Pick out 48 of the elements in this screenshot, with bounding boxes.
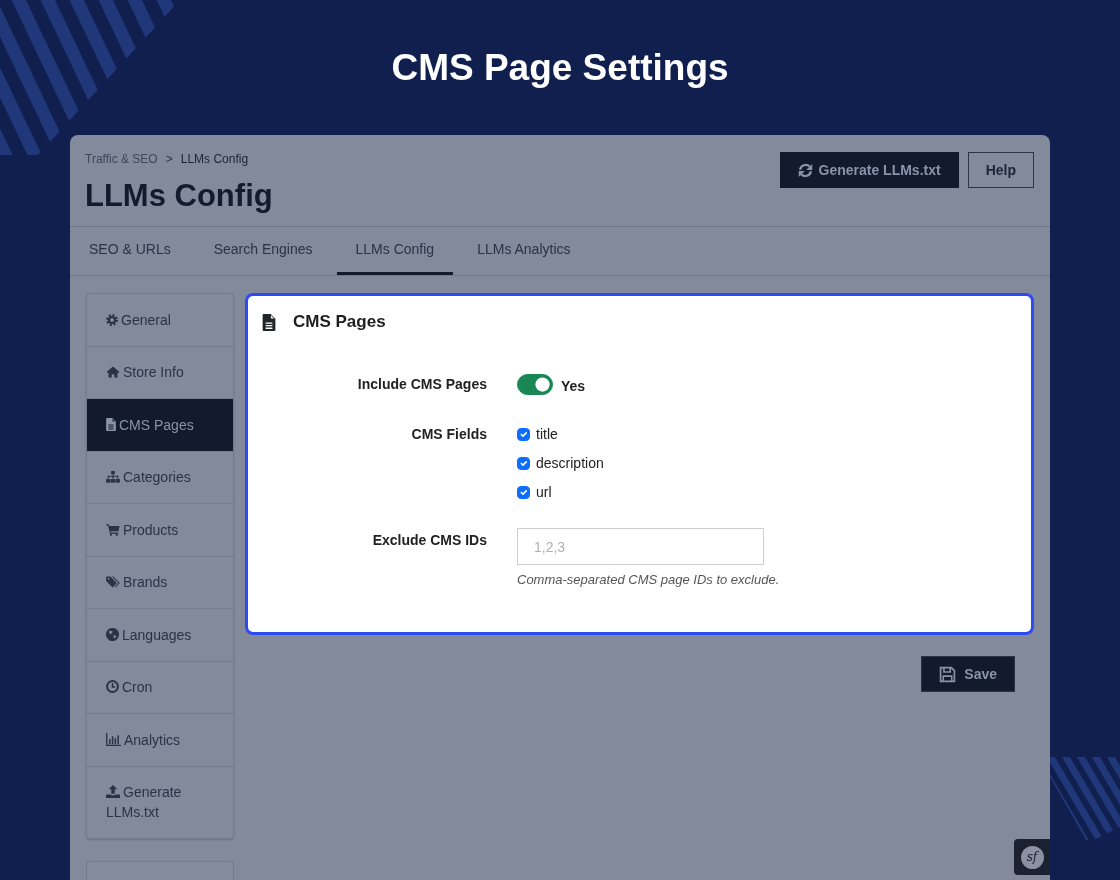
sidebar-item[interactable]: Languages — [87, 609, 233, 662]
tab[interactable]: Search Engines — [194, 227, 332, 275]
clock-icon — [106, 680, 119, 694]
file-icon — [262, 313, 276, 331]
checkbox[interactable] — [517, 485, 530, 499]
sidebar-item[interactable]: Generate LLMs.txt — [87, 766, 233, 838]
card-title: CMS Pages — [293, 312, 386, 332]
cart-icon — [106, 523, 120, 536]
sidebar-item[interactable]: General — [87, 294, 233, 347]
tab[interactable]: LLMs Config — [336, 227, 454, 275]
sidebar-item[interactable]: Analytics — [87, 714, 233, 767]
page-title: LLMs Config — [85, 178, 273, 214]
file-icon — [106, 417, 116, 431]
tab[interactable]: LLMs Analytics — [458, 227, 590, 275]
page-heading: CMS Page Settings — [391, 46, 729, 90]
sidebar-item[interactable]: Cron — [87, 661, 233, 714]
help-button[interactable]: Help — [967, 152, 1034, 188]
hierarchy-icon — [106, 471, 120, 484]
logo-button[interactable]: sf — [1020, 845, 1044, 869]
bar-chart-icon — [106, 732, 121, 746]
checkbox-label: title — [536, 425, 558, 444]
breadcrumb-link[interactable]: Traffic & SEO — [85, 152, 158, 166]
globe-icon — [106, 627, 119, 641]
upload-icon — [106, 785, 120, 799]
tab[interactable]: SEO & URLs — [70, 227, 190, 275]
sidebar-item[interactable]: Categories — [87, 451, 233, 504]
checkbox[interactable] — [517, 456, 530, 470]
refresh-icon — [797, 162, 813, 178]
field-label: Include CMS Pages — [356, 375, 487, 394]
help-text: Comma-separated CMS page IDs to exclude. — [517, 571, 781, 588]
sidebar-item[interactable]: Products — [87, 504, 233, 557]
text-input[interactable]: 1,2,3 — [517, 528, 764, 565]
field-label: Exclude CMS IDs — [371, 531, 487, 550]
sidebar-item[interactable]: CMS Pages — [87, 399, 233, 452]
checkbox-label: url — [536, 483, 552, 502]
sidebar-item[interactable]: Brands — [87, 556, 233, 609]
breadcrumb-separator: > — [165, 152, 173, 166]
checkbox[interactable] — [517, 427, 530, 441]
tag-icon — [106, 576, 120, 589]
field-label: CMS Fields — [410, 425, 487, 444]
gear-icon — [106, 313, 118, 326]
toggle-switch[interactable] — [517, 374, 553, 395]
save-button[interactable]: Save — [921, 656, 1015, 692]
checkbox-label: description — [536, 454, 604, 473]
generate-button[interactable]: Generate LLMs.txt — [779, 152, 959, 188]
toggle-value: Yes — [561, 377, 586, 396]
home-icon — [106, 366, 120, 379]
breadcrumb-current: LLMs Config — [180, 152, 249, 166]
